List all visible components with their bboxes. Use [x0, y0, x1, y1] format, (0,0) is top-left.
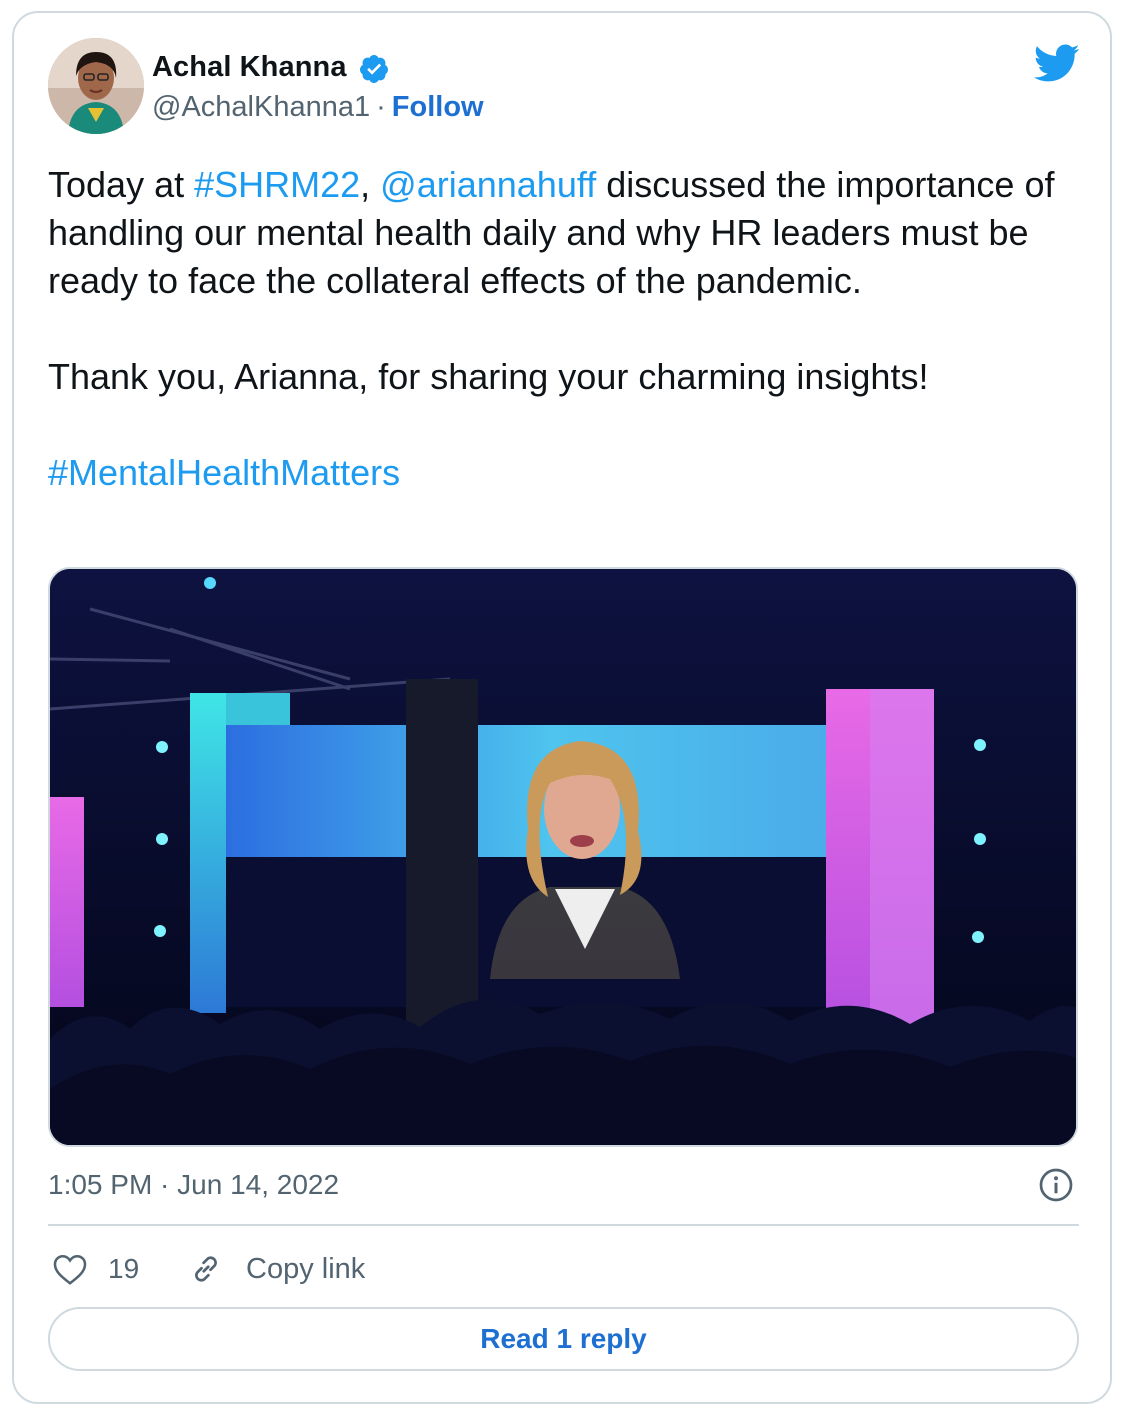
heart-icon [53, 1254, 87, 1285]
tweet-photo[interactable] [48, 567, 1078, 1147]
twitter-bird-icon[interactable] [1032, 43, 1080, 83]
text-segment: , [360, 164, 381, 205]
avatar[interactable] [48, 38, 144, 134]
link-icon [195, 1256, 217, 1282]
author-handle[interactable]: @AchalKhanna1 [152, 91, 370, 123]
tweet-text: Today at #SHRM22, @ariannahuff discussed… [48, 161, 1088, 497]
tweet-timestamp[interactable]: 1:05 PM · Jun 14, 2022 [48, 1169, 339, 1201]
text-segment: Today at [48, 164, 195, 205]
info-icon[interactable] [1038, 1167, 1074, 1203]
tweet-paragraph-2: Thank you, Arianna, for sharing your cha… [48, 356, 929, 397]
tweet-card: Achal Khanna @AchalKhanna1 · Follow Today … [12, 11, 1112, 1404]
verified-badge-icon [359, 55, 388, 83]
hashtag-link[interactable]: #MentalHealthMatters [48, 452, 400, 493]
author-name[interactable]: Achal Khanna [152, 51, 347, 84]
follow-button[interactable]: Follow [392, 91, 484, 123]
like-count: 19 [108, 1253, 140, 1284]
like-button[interactable]: 19 [52, 1249, 139, 1289]
mention-link[interactable]: @ariannahuff [380, 164, 596, 205]
handle-row: @AchalKhanna1 · Follow [152, 91, 484, 124]
read-replies-button[interactable]: Read 1 reply [48, 1307, 1079, 1371]
separator: · [376, 91, 386, 123]
tweet-paragraph-3: #MentalHealthMatters [48, 449, 1088, 497]
copy-link-button[interactable]: Copy link [188, 1249, 365, 1289]
copy-link-label: Copy link [246, 1252, 366, 1285]
tweet-paragraph-1: Today at #SHRM22, @ariannahuff discussed… [48, 161, 1088, 305]
divider [48, 1224, 1079, 1226]
hashtag-link[interactable]: #SHRM22 [194, 164, 360, 205]
